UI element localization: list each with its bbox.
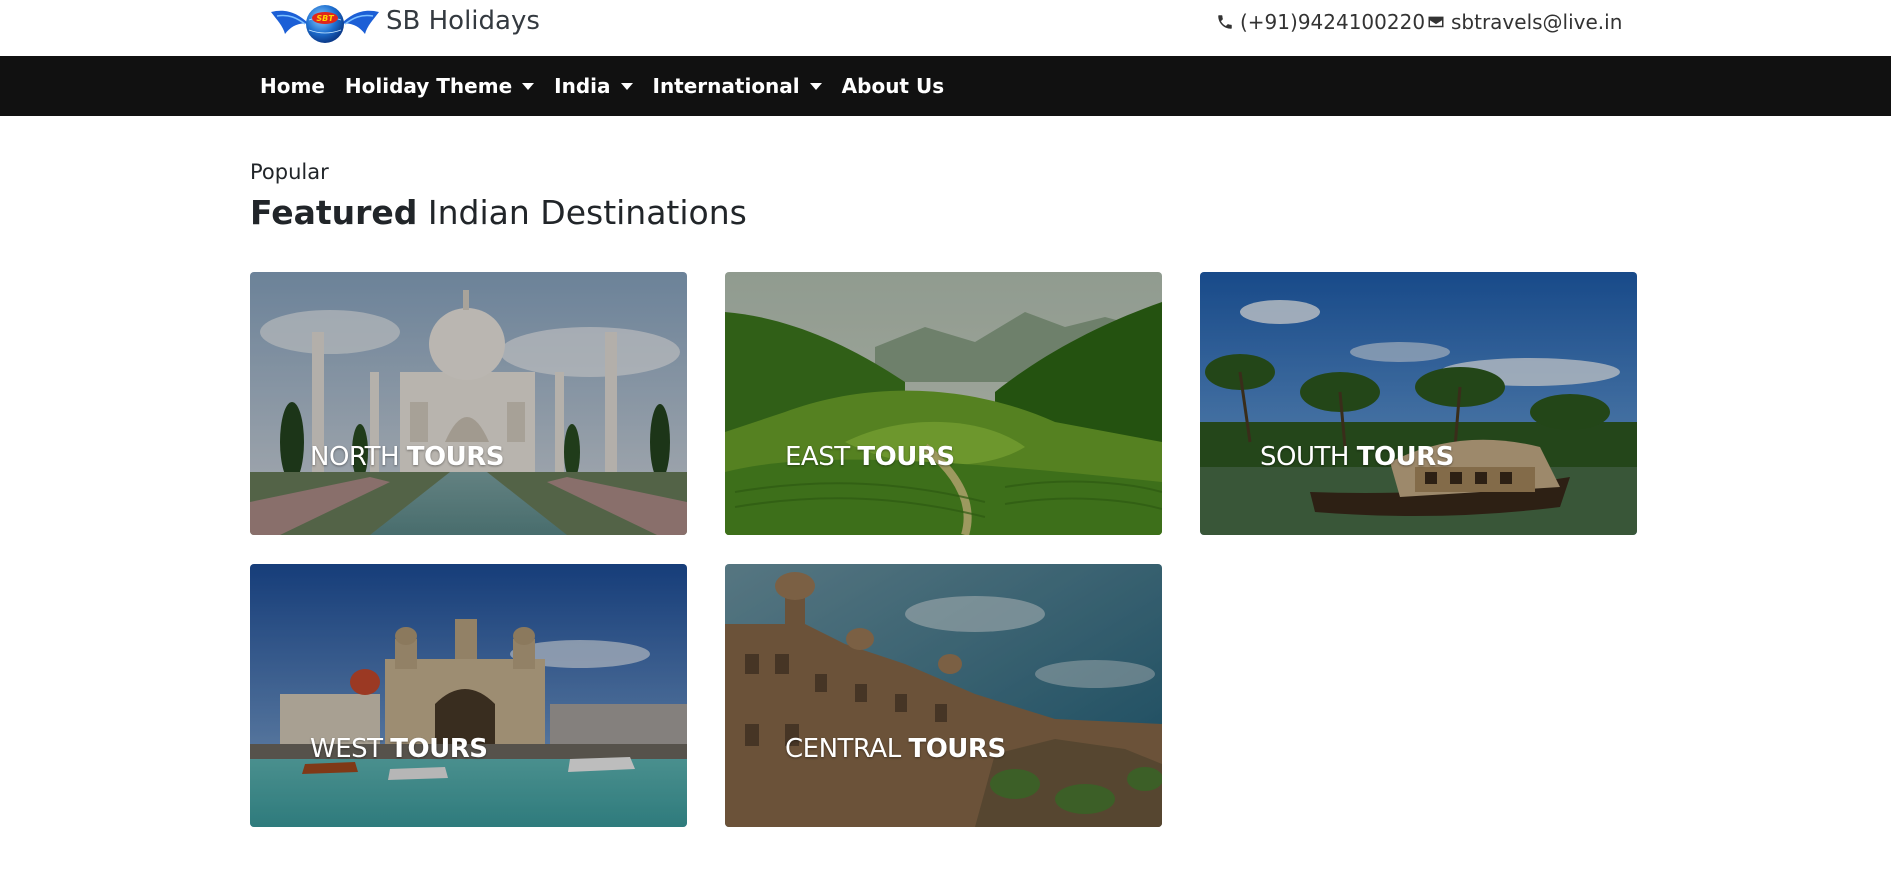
card-title: EAST TOURS xyxy=(785,442,955,472)
nav-item-label: India xyxy=(554,74,611,98)
card-title: WEST TOURS xyxy=(310,734,488,764)
top-bar: SBT SB Holidays (+91)9424100220 sbtravel… xyxy=(0,0,1891,56)
destination-card-central[interactable]: CENTRAL TOURS xyxy=(725,564,1162,827)
email-address: sbtravels@live.in xyxy=(1451,10,1623,34)
caret-down-icon xyxy=(620,82,633,90)
card-title: NORTH TOURS xyxy=(310,442,505,472)
nav-item-label: Holiday Theme xyxy=(344,74,513,98)
caret-down-icon xyxy=(522,82,535,90)
phone-number: (+91)9424100220 xyxy=(1240,10,1426,34)
logo-text: SBT xyxy=(316,14,334,23)
nav-item-label: International xyxy=(652,74,800,98)
heading-rest: Indian Destinations xyxy=(417,193,747,232)
heading-bold: Featured xyxy=(250,193,418,232)
nav-item-label: About Us xyxy=(841,74,945,98)
nav-item-india[interactable]: India xyxy=(544,74,642,98)
destination-card-west[interactable]: WEST TOURS xyxy=(250,564,687,827)
nav-item-international[interactable]: International xyxy=(643,74,832,98)
phone-contact[interactable]: (+91)9424100220 xyxy=(1216,10,1425,34)
nav-item-holiday-theme[interactable]: Holiday Theme xyxy=(335,74,544,98)
logo-icon[interactable]: SBT xyxy=(269,4,381,44)
email-contact[interactable]: sbtravels@live.in xyxy=(1427,10,1622,34)
nav-item-about-us[interactable]: About Us xyxy=(832,74,954,98)
caret-down-icon xyxy=(809,82,822,90)
nav-list: Home Holiday Theme India International A… xyxy=(250,56,954,116)
brand-name[interactable]: SB Holidays xyxy=(386,6,540,36)
card-title: SOUTH TOURS xyxy=(1260,442,1454,472)
destination-card-east[interactable]: EAST TOURS xyxy=(725,272,1162,535)
destination-card-north[interactable]: NORTH TOURS xyxy=(250,272,687,535)
section-heading: Featured Indian Destinations xyxy=(250,193,747,232)
section-eyebrow: Popular xyxy=(250,160,329,184)
nav-item-label: Home xyxy=(260,74,325,98)
phone-icon xyxy=(1218,15,1232,29)
envelope-icon xyxy=(1428,16,1444,28)
card-title: CENTRAL TOURS xyxy=(785,734,1006,764)
main-navbar: Home Holiday Theme India International A… xyxy=(0,56,1891,116)
destination-card-south[interactable]: SOUTH TOURS xyxy=(1200,272,1637,535)
nav-item-home[interactable]: Home xyxy=(250,74,335,98)
